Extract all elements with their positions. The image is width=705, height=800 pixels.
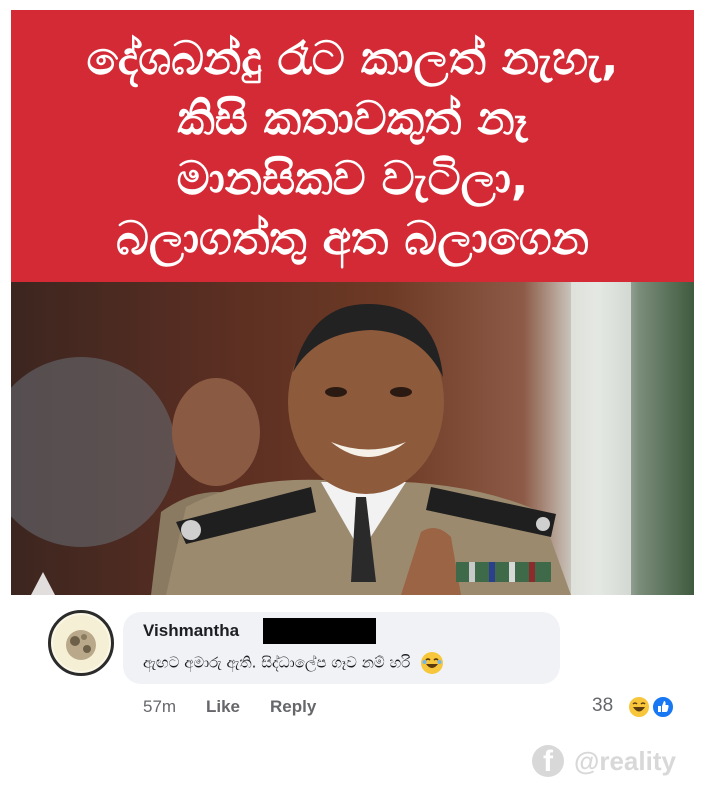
comment-text-row: ඇඟට අමාරු ඇති. සිද්ධාලේප ගෑව නම් හරි: [143, 652, 444, 674]
watermark: f @reality: [532, 745, 676, 777]
caption-line-4: බලාගත්තු අත බලාගෙන: [115, 211, 590, 265]
reaction-count[interactable]: 38: [592, 695, 613, 717]
comment-author[interactable]: Vishmantha: [143, 621, 239, 641]
caption-line-1: දේශබන්දු රෑට කාලත් නැහැ,: [86, 31, 619, 85]
laughing-emoji-icon: [421, 652, 444, 674]
redacted-name: [263, 618, 376, 644]
haha-icon: [627, 695, 651, 719]
comment-bubble: Vishmantha ඇඟට අමාරු ඇති. සිද්ධාලේප ගෑව …: [123, 612, 560, 684]
post-image: දේශබන්දු රෑට කාලත් නැහැ, කිසි කතාවකුත් න…: [11, 10, 694, 595]
comment-text: ඇඟට අමාරු ඇති. සිද්ධාලේප ගෑව නම් හරි: [143, 653, 411, 672]
caption-line-2: කිසි කතාවකුත් නෑ: [177, 91, 528, 145]
reply-button[interactable]: Reply: [270, 697, 316, 717]
facebook-icon: f: [532, 745, 564, 777]
officer-photo-illustration: [11, 282, 631, 595]
caption-line-3: මානසිකව වැටිලා,: [176, 151, 529, 205]
comment-timestamp[interactable]: 57m: [143, 697, 176, 717]
news-photo: [11, 282, 694, 595]
watermark-text: @reality: [574, 745, 676, 776]
avatar-image-icon: [53, 615, 109, 671]
like-icon: [651, 695, 675, 719]
avatar[interactable]: [48, 610, 114, 676]
comment-section: Vishmantha ඇඟට අමාරු ඇති. සිද්ධාලේප ගෑව …: [0, 596, 705, 800]
like-button[interactable]: Like: [206, 697, 240, 717]
caption-banner: දේශබන්දු රෑට කාලත් නැහැ, කිසි කතාවකුත් න…: [11, 10, 694, 282]
